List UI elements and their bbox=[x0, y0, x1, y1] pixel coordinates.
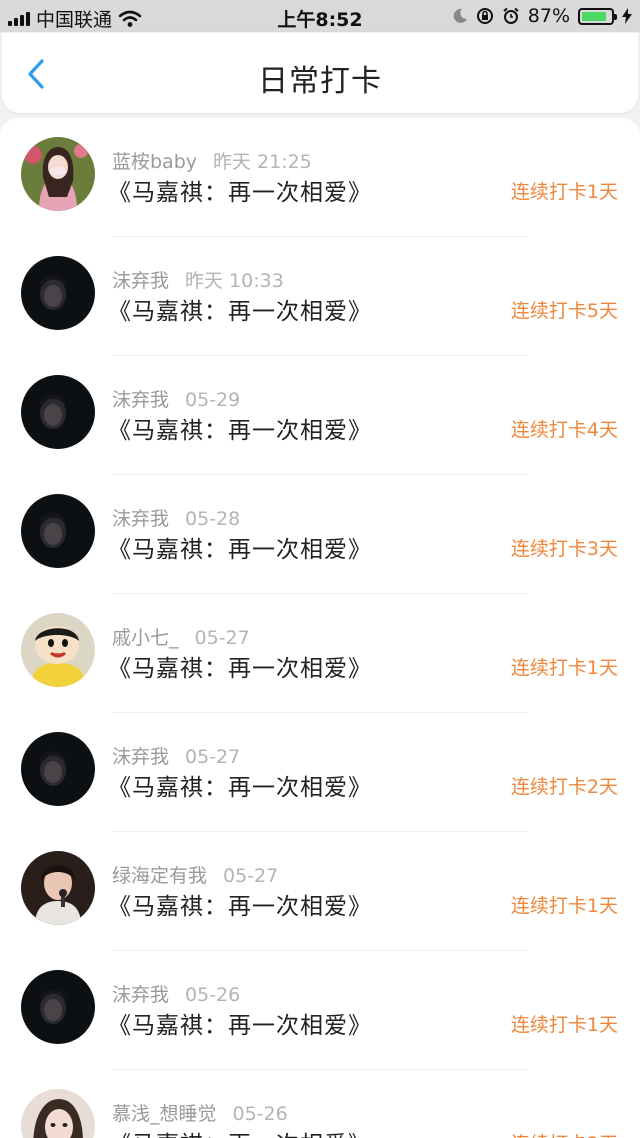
girl-photo-avatar[interactable] bbox=[21, 137, 95, 211]
song-title: 《马嘉祺：再一次相爱》 bbox=[108, 299, 372, 325]
checkin-time: 05-27 bbox=[194, 627, 250, 649]
list-item[interactable]: 沫弃我 05-26 《马嘉祺：再一次相爱》 连续打卡1天 bbox=[0, 951, 640, 1070]
nav-bar: 日常打卡 bbox=[2, 33, 638, 113]
battery-icon bbox=[578, 7, 617, 25]
checkin-time: 05-26 bbox=[185, 984, 241, 1006]
user-name[interactable]: 沫弃我 bbox=[112, 389, 169, 411]
dark-portrait-avatar[interactable] bbox=[21, 256, 95, 330]
song-title: 《马嘉祺：再一次相爱》 bbox=[108, 418, 372, 444]
user-name[interactable]: 沫弃我 bbox=[112, 984, 169, 1006]
checkin-time: 昨天 10:33 bbox=[185, 270, 284, 292]
status-right: 87% bbox=[452, 5, 632, 27]
user-name[interactable]: 沫弃我 bbox=[112, 270, 169, 292]
cartoon-avatar[interactable] bbox=[21, 613, 95, 687]
dark-portrait-avatar[interactable] bbox=[21, 375, 95, 449]
streak-label: 连续打卡2天 bbox=[511, 1129, 618, 1138]
user-name[interactable]: 慕浅_想睡觉 bbox=[112, 1103, 217, 1125]
streak-label: 连续打卡1天 bbox=[510, 181, 618, 203]
status-bar: 中国联通 上午8:52 87% bbox=[0, 0, 640, 32]
song-title: 《马嘉祺：再一次相爱》 bbox=[108, 1125, 372, 1138]
singer-photo-avatar[interactable] bbox=[21, 851, 95, 925]
page-title: 日常打卡 bbox=[258, 64, 382, 99]
song-title: 《马嘉祺：再一次相爱》 bbox=[108, 656, 372, 682]
list-item[interactable]: 沫弃我 05-29 《马嘉祺：再一次相爱》 连续打卡4天 bbox=[0, 356, 640, 475]
list-item[interactable]: 戚小七_ 05-27 《马嘉祺：再一次相爱》 连续打卡1天 bbox=[0, 594, 640, 713]
battery-percent: 87% bbox=[527, 5, 570, 27]
song-title: 《马嘉祺：再一次相爱》 bbox=[108, 1013, 372, 1039]
streak-label: 连续打卡3天 bbox=[510, 538, 618, 560]
song-title: 《马嘉祺：再一次相爱》 bbox=[108, 894, 372, 920]
song-title: 《马嘉祺：再一次相爱》 bbox=[108, 537, 372, 563]
charging-icon bbox=[622, 8, 632, 24]
list-item[interactable]: 沫弃我 昨天 10:33 《马嘉祺：再一次相爱》 连续打卡5天 bbox=[0, 237, 640, 356]
alarm-icon bbox=[503, 7, 519, 24]
list-item[interactable]: 沫弃我 05-28 《马嘉祺：再一次相爱》 连续打卡3天 bbox=[0, 475, 640, 594]
list-item[interactable]: 蓝桉baby 昨天 21:25 《马嘉祺：再一次相爱》 连续打卡1天 bbox=[0, 118, 640, 237]
user-name[interactable]: 蓝桉baby bbox=[112, 151, 197, 173]
checkin-time: 05-26 bbox=[232, 1103, 288, 1125]
list-item[interactable]: 沫弃我 05-27 《马嘉祺：再一次相爱》 连续打卡2天 bbox=[0, 713, 640, 832]
list-item[interactable]: 慕浅_想睡觉 05-26 《马嘉祺：再一次相爱》 连续打卡2天 bbox=[0, 1070, 640, 1138]
checkin-time: 05-27 bbox=[223, 865, 279, 887]
orientation-lock-icon bbox=[476, 8, 493, 24]
user-name[interactable]: 沫弃我 bbox=[112, 746, 169, 768]
streak-label: 连续打卡1天 bbox=[510, 1014, 618, 1036]
streak-label: 连续打卡1天 bbox=[510, 657, 618, 679]
moon-icon bbox=[453, 8, 467, 23]
dark-portrait-avatar[interactable] bbox=[21, 494, 95, 568]
checkin-time: 昨天 21:25 bbox=[213, 151, 312, 173]
list-item[interactable]: 绿海定有我 05-27 《马嘉祺：再一次相爱》 连续打卡1天 bbox=[0, 832, 640, 951]
checkin-list: 蓝桉baby 昨天 21:25 《马嘉祺：再一次相爱》 连续打卡1天 沫弃我 昨天 … bbox=[0, 118, 640, 1138]
user-name[interactable]: 戚小七_ bbox=[112, 627, 179, 649]
streak-label: 连续打卡2天 bbox=[510, 776, 618, 798]
song-title: 《马嘉祺：再一次相爱》 bbox=[108, 180, 372, 206]
checkin-time: 05-28 bbox=[185, 508, 241, 530]
dark-portrait-avatar[interactable] bbox=[21, 970, 95, 1044]
streak-label: 连续打卡5天 bbox=[510, 300, 618, 322]
user-name[interactable]: 沫弃我 bbox=[112, 508, 169, 530]
girl-selfie-avatar[interactable] bbox=[21, 1089, 95, 1138]
streak-label: 连续打卡1天 bbox=[510, 895, 618, 917]
dark-portrait-avatar[interactable] bbox=[21, 732, 95, 806]
user-name[interactable]: 绿海定有我 bbox=[112, 865, 207, 887]
checkin-time: 05-27 bbox=[185, 746, 241, 768]
checkin-time: 05-29 bbox=[185, 389, 241, 411]
streak-label: 连续打卡4天 bbox=[510, 419, 618, 441]
song-title: 《马嘉祺：再一次相爱》 bbox=[108, 775, 372, 801]
